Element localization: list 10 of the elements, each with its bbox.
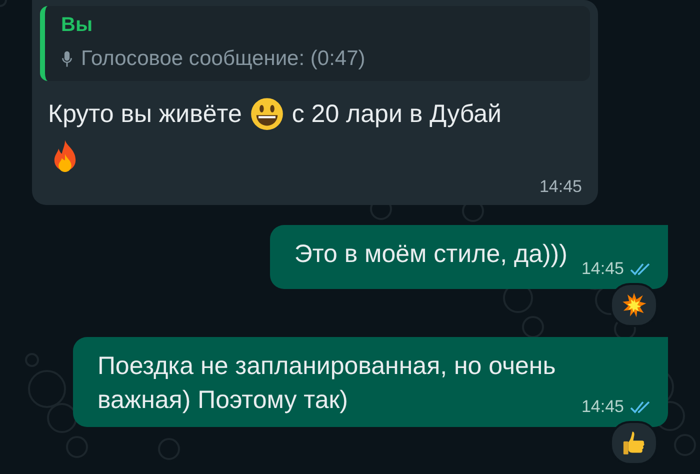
- message-text: с 20 лари в Дубай: [292, 99, 502, 130]
- quote-text: Голосовое сообщение: (0:47): [81, 47, 366, 71]
- quoted-message[interactable]: Вы Голосовое сообщение: (0:47): [40, 6, 590, 81]
- message-time: 14:45: [581, 259, 624, 279]
- message-time: 14:45: [539, 177, 582, 197]
- message-time: 14:45: [581, 397, 624, 417]
- message-text: Это в моём стиле, да))): [294, 240, 568, 268]
- quote-author: Вы: [61, 14, 94, 37]
- message-text: Поездка не запланированная, но очень важная) Поэтому так): [97, 352, 556, 414]
- message-text: Круто вы живёте: [48, 99, 242, 130]
